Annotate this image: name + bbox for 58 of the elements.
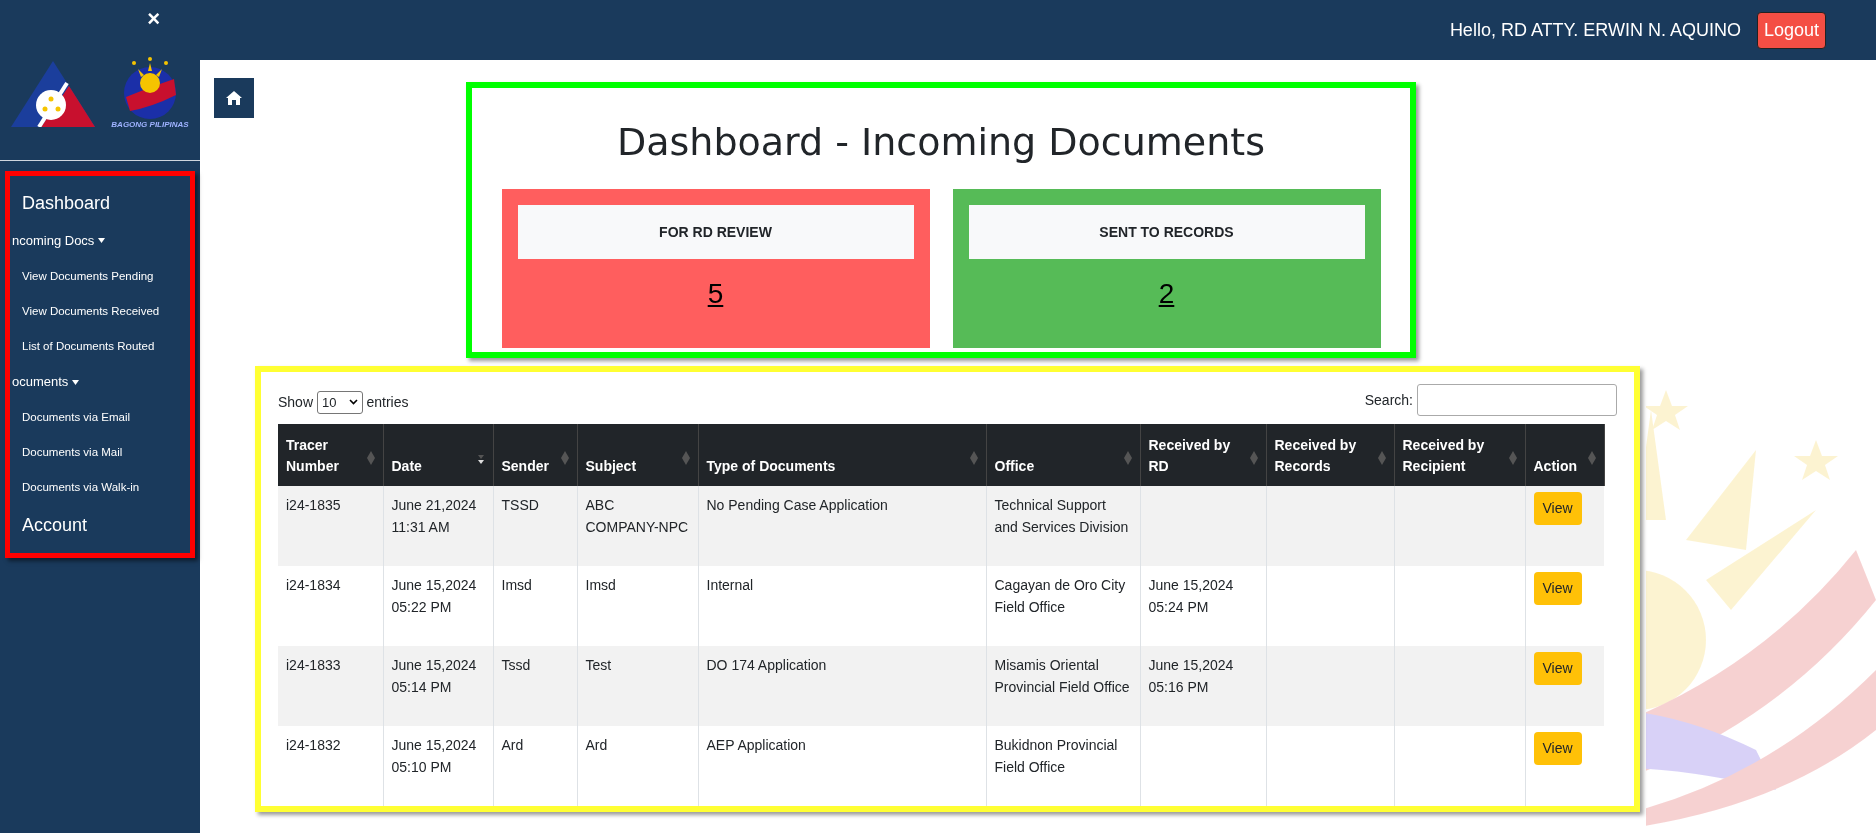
table-cell: June 21,2024 11:31 AM — [383, 486, 493, 566]
table-cell: No Pending Case Application — [698, 486, 986, 566]
table-cell: Imsd — [493, 566, 577, 646]
home-icon — [226, 91, 242, 105]
sidebar-link[interactable]: Account — [10, 505, 190, 545]
table-cell: June 15,2024 05:24 PM — [1140, 566, 1266, 646]
table-cell: June 15,2024 05:16 PM — [1140, 646, 1266, 726]
search-label: Search: — [1364, 390, 1413, 410]
card-label: SENT TO RECORDS — [968, 205, 1365, 259]
sidebar-group-toggle[interactable]: ncoming Docs — [12, 231, 95, 251]
view-button[interactable]: View — [1533, 492, 1582, 525]
show-label: Show — [278, 392, 314, 412]
table-cell: Cagayan de Oro City Field Office — [986, 566, 1140, 646]
sidebar-subitem[interactable]: Documents via Mail — [10, 435, 190, 471]
table-cell: i24-1834 — [278, 566, 383, 646]
table-cell: i24-1832 — [278, 726, 383, 806]
table-cell: Imsd — [577, 566, 698, 646]
table-cell: ABC COMPANY-NPC — [577, 486, 698, 566]
table-cell: AEP Application — [698, 726, 986, 806]
sidebar-subitem[interactable]: List of Documents Routed — [10, 329, 190, 365]
chevron-down-icon — [348, 399, 358, 406]
logo-caption: BAGONG PILIPINAS — [111, 119, 189, 131]
table-cell: DO 174 Application — [698, 646, 986, 726]
sidebar-link[interactable]: Dashboard — [10, 184, 190, 223]
triangle-logo-icon — [11, 61, 96, 127]
table-cell: Ard — [577, 726, 698, 806]
sidebar-subitem[interactable]: View Documents Pending — [10, 258, 190, 294]
home-button[interactable] — [214, 78, 254, 118]
table-cell: Bukidnon Provincial Field Office — [986, 726, 1140, 806]
view-button[interactable]: View — [1533, 732, 1582, 765]
table-cell: TSSD — [493, 486, 577, 566]
sidebar-subitem[interactable]: View Documents Received — [10, 293, 190, 329]
table-cell: Tssd — [493, 646, 577, 726]
table-cell: Technical Support and Services Division — [986, 486, 1140, 566]
count-link[interactable]: 5 — [707, 273, 724, 315]
page-size-select[interactable]: 10 — [317, 390, 363, 414]
greeting-text: Hello, RD ATTY. ERWIN N. AQUINO — [1449, 18, 1741, 42]
view-button[interactable]: View — [1533, 652, 1582, 685]
sidebar-group-toggle[interactable]: ocuments — [12, 372, 69, 392]
card-label: FOR RD REVIEW — [517, 205, 914, 259]
table-cell: June 15,2024 05:10 PM — [383, 726, 493, 806]
table-cell: June 15,2024 05:22 PM — [383, 566, 493, 646]
table-cell: Test — [577, 646, 698, 726]
sidebar-subitem[interactable]: Documents via Email — [10, 399, 190, 435]
table-cell: Ard — [493, 726, 577, 806]
search-field[interactable] — [1417, 384, 1617, 416]
entries-label: entries — [366, 392, 409, 412]
table-cell: i24-1833 — [278, 646, 383, 726]
sidebar-subitem[interactable]: Documents via Walk-in — [10, 470, 190, 506]
table-cell: Internal — [698, 566, 986, 646]
table-cell: i24-1835 — [278, 486, 383, 566]
close-button[interactable]: × — [147, 8, 160, 30]
dashboard-title: Dashboard - Incoming Documents — [617, 119, 1265, 166]
view-button[interactable]: View — [1533, 572, 1582, 605]
table-cell: June 15,2024 05:14 PM — [383, 646, 493, 726]
table-cell: Misamis Oriental Provincial Field Office — [986, 646, 1140, 726]
count-link[interactable]: 2 — [1158, 273, 1175, 315]
sun-emblem-icon — [122, 57, 178, 119]
